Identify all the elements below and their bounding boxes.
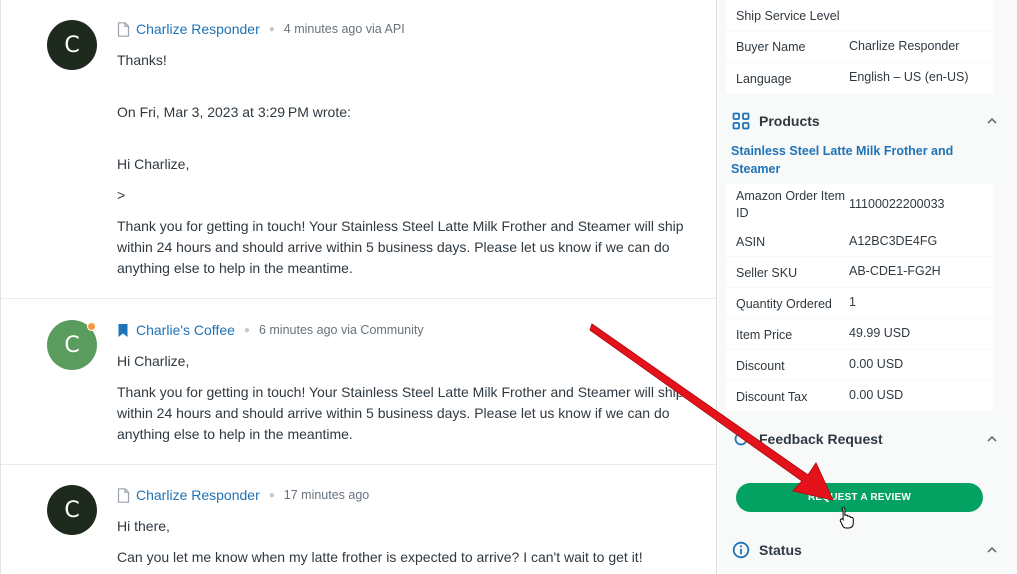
- timestamp[interactable]: 17 minutes ago: [284, 488, 369, 502]
- status-section-header[interactable]: Status: [732, 539, 998, 561]
- info-icon: [732, 541, 750, 559]
- message-header: Charlize Responder ● 17 minutes ago: [117, 487, 369, 503]
- field-value: English – US (en-US): [849, 70, 969, 84]
- field-language: Language English – US (en-US): [726, 63, 993, 93]
- field-quantity-ordered: Quantity Ordered 1: [726, 288, 993, 318]
- conversation-pane: C Charlize Responder ● 4 minutes ago via…: [0, 0, 717, 574]
- field-discount: Discount 0.00 USD: [726, 350, 993, 380]
- separator-dot: ●: [268, 23, 275, 35]
- chevron-up-icon[interactable]: [986, 432, 998, 444]
- field-label: ASIN: [736, 235, 766, 249]
- field-value: 0.00 USD: [849, 357, 904, 371]
- field-amazon-order-item-id: Amazon Order Item ID 11100022200033: [726, 184, 993, 228]
- author-name[interactable]: Charlize Responder: [136, 487, 260, 503]
- message-line: anything else to help in the meantime.: [117, 426, 353, 442]
- message-line: within 24 hours and should arrive within…: [117, 239, 670, 255]
- message-line: Thanks!: [117, 52, 167, 68]
- author-name[interactable]: Charlie's Coffee: [136, 322, 235, 338]
- field-value: 11100022200033: [849, 197, 945, 211]
- message-header: Charlize Responder ● 4 minutes ago via A…: [117, 21, 405, 37]
- field-buyer-name: Buyer Name Charlize Responder: [726, 32, 993, 62]
- field-discount-tax: Discount Tax 0.00 USD: [726, 381, 993, 411]
- field-value: 49.99 USD: [849, 326, 911, 340]
- field-label: Buyer Name: [736, 40, 806, 54]
- presence-indicator: [87, 322, 96, 331]
- field-value: A12BC3DE4FG: [849, 234, 938, 248]
- message-3: C Charlize Responder ● 17 minutes ago Hi…: [1, 464, 716, 574]
- author-name[interactable]: Charlize Responder: [136, 21, 260, 37]
- request-review-button[interactable]: REQUEST A REVIEW: [736, 483, 983, 512]
- section-title: Products: [759, 113, 820, 129]
- message-line: Can you let me know when my latte frothe…: [117, 549, 643, 565]
- avatar[interactable]: C: [47, 20, 97, 70]
- field-label: Ship Service Level: [736, 9, 840, 23]
- field-label: Seller SKU: [736, 266, 798, 280]
- message-line: Hi there,: [117, 518, 170, 534]
- message-2: C Charlie's Coffee ● 6 minutes ago via C…: [1, 298, 716, 464]
- field-label: Amazon Order Item ID: [736, 189, 846, 220]
- field-value: 0.00 USD: [849, 388, 904, 402]
- field-label: Discount Tax: [736, 390, 808, 404]
- grid-icon: [732, 112, 750, 130]
- separator-dot: ●: [268, 489, 275, 501]
- message-line: On Fri, Mar 3, 2023 at 3:29 PM wrote:: [117, 104, 351, 120]
- section-title: Feedback Request: [759, 431, 883, 447]
- message-line: within 24 hours and should arrive within…: [117, 405, 670, 421]
- separator-dot: ●: [243, 324, 250, 336]
- message-line: >: [117, 187, 126, 203]
- message-line: Thank you for getting in touch! Your Sta…: [117, 218, 684, 234]
- field-asin: ASIN A12BC3DE4FG: [726, 226, 993, 256]
- avatar[interactable]: C: [47, 320, 97, 370]
- timestamp[interactable]: 6 minutes ago via Community: [259, 323, 424, 337]
- side-panel[interactable]: Ship Service Level Buyer Name Charlize R…: [718, 0, 1017, 574]
- message-1: C Charlize Responder ● 4 minutes ago via…: [1, 0, 716, 298]
- section-title: Status: [759, 542, 802, 558]
- refresh-icon: [732, 430, 750, 448]
- field-label: Discount: [736, 359, 785, 373]
- field-label: Quantity Ordered: [736, 297, 832, 311]
- field-value: AB-CDE1-FG2H: [849, 264, 941, 278]
- field-ship-service-level: Ship Service Level: [726, 0, 993, 30]
- message-line: Thank you for getting in touch! Your Sta…: [117, 384, 684, 400]
- feedback-section-header[interactable]: Feedback Request: [732, 428, 998, 450]
- field-item-price: Item Price 49.99 USD: [726, 319, 993, 349]
- avatar[interactable]: C: [47, 485, 97, 535]
- chevron-up-icon[interactable]: [986, 114, 998, 126]
- document-icon: [117, 487, 130, 503]
- field-label: Language: [736, 72, 792, 86]
- message-header: Charlie's Coffee ● 6 minutes ago via Com…: [117, 322, 424, 338]
- field-seller-sku: Seller SKU AB-CDE1-FG2H: [726, 257, 993, 287]
- message-line: Hi Charlize,: [117, 156, 190, 172]
- message-line: anything else to help in the meantime.: [117, 260, 353, 276]
- document-icon: [117, 21, 130, 37]
- field-value: 1: [849, 295, 856, 309]
- product-link[interactable]: Stainless Steel Latte Milk Frother and S…: [731, 142, 961, 178]
- message-line: Hi Charlize,: [117, 353, 190, 369]
- timestamp[interactable]: 4 minutes ago via API: [284, 22, 405, 36]
- chevron-up-icon[interactable]: [986, 543, 998, 555]
- field-value: Charlize Responder: [849, 39, 960, 53]
- bookmark-icon: [117, 323, 130, 338]
- products-section-header[interactable]: Products: [732, 110, 998, 132]
- field-label: Item Price: [736, 328, 793, 342]
